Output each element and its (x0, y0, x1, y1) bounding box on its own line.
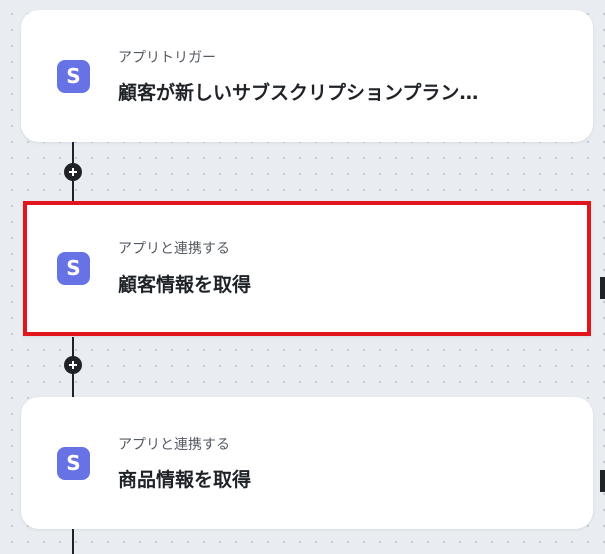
workflow-canvas: S アプリトリガー 顧客が新しいサブスクリプションプラン… S アプリと連携する… (0, 0, 605, 554)
workflow-node-trigger[interactable]: S アプリトリガー 顧客が新しいサブスクリプションプラン… (21, 10, 593, 142)
add-step-button[interactable] (64, 356, 82, 374)
node-title: 顧客が新しいサブスクリプションプラン… (118, 82, 479, 104)
node-title: 顧客情報を取得 (118, 274, 252, 296)
clipped-edge-element (600, 470, 605, 492)
node-type-label: アプリと連携する (118, 437, 230, 453)
stripe-s-icon: S (57, 252, 90, 285)
connector-line (72, 528, 74, 554)
stripe-s-icon: S (57, 447, 90, 480)
add-step-button[interactable] (64, 163, 82, 181)
node-type-label: アプリと連携する (118, 241, 230, 257)
workflow-node-get-product[interactable]: S アプリと連携する 商品情報を取得 (21, 397, 593, 529)
stripe-s-icon: S (57, 60, 90, 93)
workflow-node-get-customer[interactable]: S アプリと連携する 顧客情報を取得 (23, 201, 591, 336)
node-type-label: アプリトリガー (118, 50, 216, 66)
node-title: 商品情報を取得 (118, 469, 252, 491)
clipped-edge-element (600, 277, 605, 299)
